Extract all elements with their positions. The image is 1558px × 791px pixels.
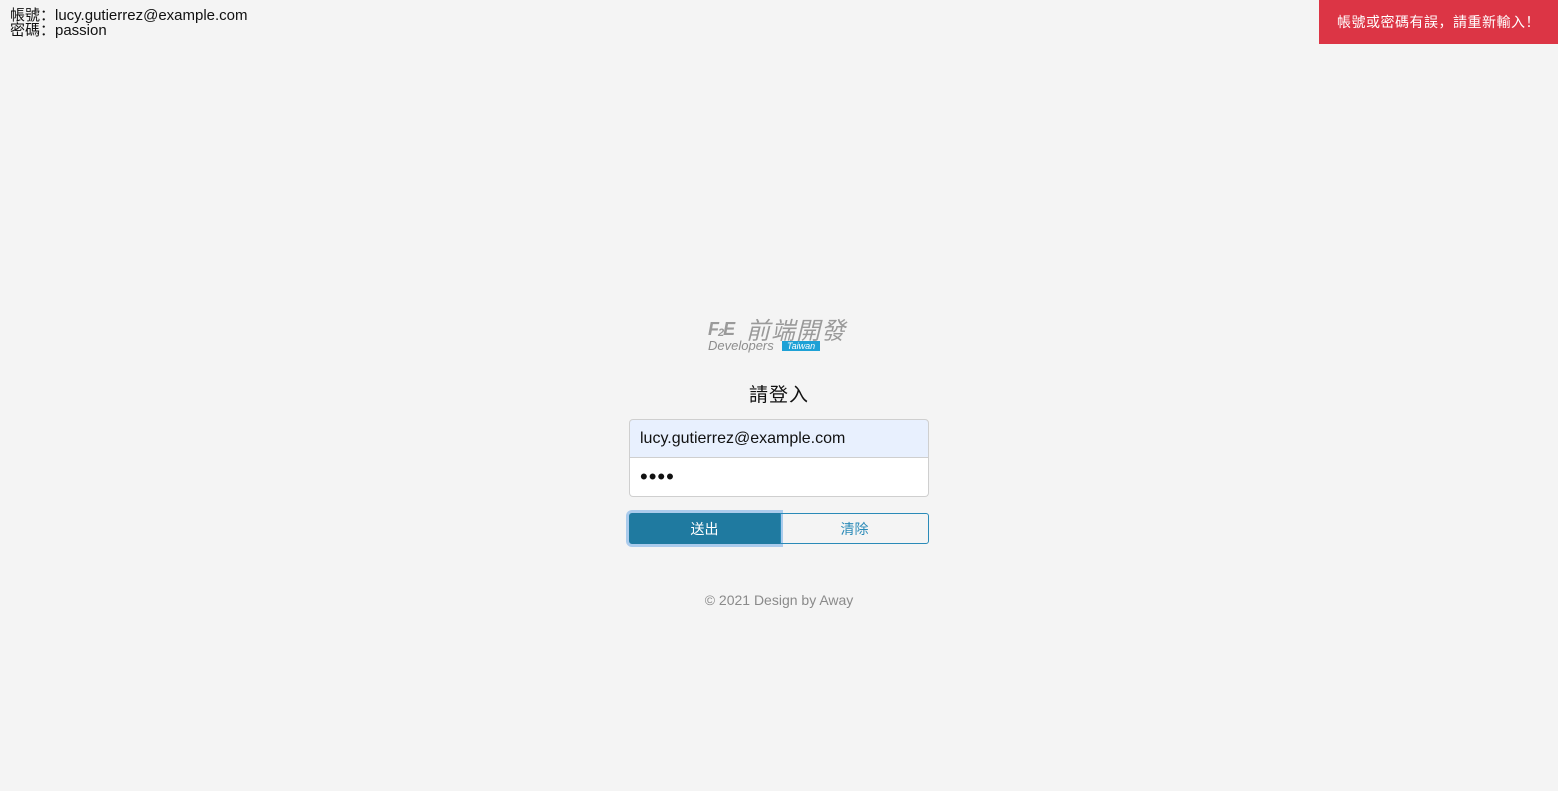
login-title: 請登入: [748, 385, 809, 406]
logo-f2e-mark: F2E: [708, 319, 735, 339]
password-input[interactable]: [629, 458, 929, 497]
error-message: 帳號或密碼有誤，請重新輸入！: [1337, 14, 1540, 30]
logo-taiwan-badge: Taiwan: [782, 341, 821, 351]
login-form: [629, 419, 929, 497]
submit-button[interactable]: 送出: [629, 513, 780, 544]
credentials-hint: 帳號：lucy.gutierrez@example.com 密碼：passion: [10, 8, 248, 38]
account-hint: 帳號：lucy.gutierrez@example.com: [10, 7, 248, 24]
error-toast: 帳號或密碼有誤，請重新輸入！: [1319, 0, 1558, 44]
footer-copyright: © 2021 Design by Away: [704, 592, 854, 608]
clear-button[interactable]: 清除: [780, 513, 929, 544]
password-hint: 密碼：passion: [10, 22, 107, 39]
form-buttons: 送出 清除: [629, 513, 929, 544]
email-input[interactable]: [629, 419, 929, 458]
logo-developers-text: Developers: [708, 338, 774, 353]
f2e-logo: F2E 前端開發 Developers Taiwan: [706, 310, 856, 356]
